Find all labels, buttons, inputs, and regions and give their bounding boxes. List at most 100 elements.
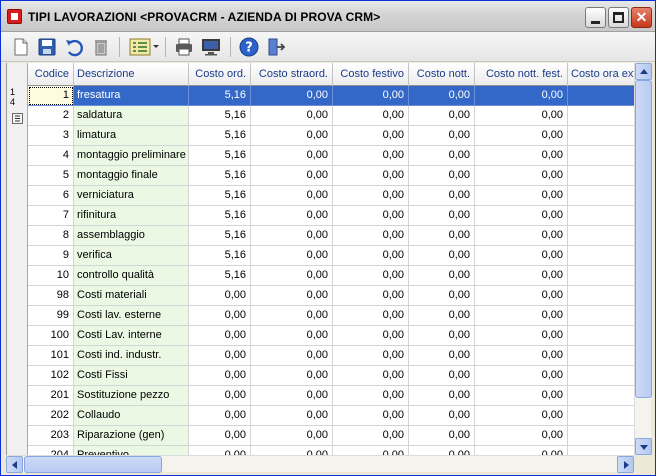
cell-description[interactable]: Costi Fissi: [74, 366, 189, 386]
delete-button[interactable]: [90, 36, 112, 58]
cell-cost-holiday[interactable]: 0,00: [333, 186, 409, 206]
data-grid[interactable]: 1 4 Codice Descrizione Costo ord. Costo str…: [6, 63, 634, 455]
cell-cost-overtime[interactable]: 0,00: [251, 86, 333, 106]
cell-cost-ordinary[interactable]: 5,16: [189, 186, 251, 206]
cell-cost-night[interactable]: 0,00: [409, 206, 475, 226]
cell-cost-night-holiday[interactable]: 0,00: [475, 266, 568, 286]
cell-cost-holiday[interactable]: 0,00: [333, 86, 409, 106]
cell-code[interactable]: 202: [28, 406, 74, 426]
cell-cost-ordinary[interactable]: 0,00: [189, 446, 251, 455]
cell-cost-overtime[interactable]: 0,00: [251, 446, 333, 455]
cell-cost-holiday[interactable]: 0,00: [333, 306, 409, 326]
cell-cost-extra[interactable]: [568, 226, 634, 246]
cell-cost-ordinary[interactable]: 5,16: [189, 266, 251, 286]
cell-cost-night[interactable]: 0,00: [409, 386, 475, 406]
cell-cost-overtime[interactable]: 0,00: [251, 286, 333, 306]
cell-description[interactable]: controllo qualità: [74, 266, 189, 286]
cell-cost-night-holiday[interactable]: 0,00: [475, 186, 568, 206]
print-button[interactable]: [173, 36, 195, 58]
table-row[interactable]: 8 assemblaggio 5,16 0,00 0,00 0,00 0,00: [28, 226, 634, 246]
cell-cost-holiday[interactable]: 0,00: [333, 406, 409, 426]
cell-cost-overtime[interactable]: 0,00: [251, 426, 333, 446]
cell-description[interactable]: saldatura: [74, 106, 189, 126]
cell-code[interactable]: 6: [28, 186, 74, 206]
expand-icon[interactable]: [12, 113, 23, 124]
cell-cost-night-holiday[interactable]: 0,00: [475, 126, 568, 146]
cell-cost-extra[interactable]: [568, 346, 634, 366]
cell-cost-ordinary[interactable]: 5,16: [189, 126, 251, 146]
cell-cost-holiday[interactable]: 0,00: [333, 126, 409, 146]
cell-cost-extra[interactable]: [568, 126, 634, 146]
cell-cost-extra[interactable]: [568, 86, 634, 106]
table-row[interactable]: 100 Costi Lav. interne 0,00 0,00 0,00 0,00 0,0…: [28, 326, 634, 346]
cell-cost-ordinary[interactable]: 0,00: [189, 306, 251, 326]
cell-code[interactable]: 204: [28, 446, 74, 455]
table-row[interactable]: 3 limatura 5,16 0,00 0,00 0,00 0,00: [28, 126, 634, 146]
cell-code[interactable]: 100: [28, 326, 74, 346]
cell-cost-overtime[interactable]: 0,00: [251, 386, 333, 406]
cell-cost-night[interactable]: 0,00: [409, 266, 475, 286]
cell-code[interactable]: 7: [28, 206, 74, 226]
table-row[interactable]: 203 Riparazione (gen) 0,00 0,00 0,00 0,00 0,00: [28, 426, 634, 446]
cell-cost-extra[interactable]: [568, 366, 634, 386]
cell-description[interactable]: montaggio preliminare: [74, 146, 189, 166]
cell-cost-overtime[interactable]: 0,00: [251, 346, 333, 366]
title-bar[interactable]: TIPI LAVORAZIONI <PROVACRM - AZIENDA DI …: [1, 1, 655, 32]
cell-cost-ordinary[interactable]: 0,00: [189, 426, 251, 446]
cell-cost-night-holiday[interactable]: 0,00: [475, 326, 568, 346]
cell-cost-holiday[interactable]: 0,00: [333, 166, 409, 186]
cell-code[interactable]: 9: [28, 246, 74, 266]
cell-cost-night-holiday[interactable]: 0,00: [475, 306, 568, 326]
cell-cost-night[interactable]: 0,00: [409, 126, 475, 146]
cell-cost-overtime[interactable]: 0,00: [251, 266, 333, 286]
cell-cost-extra[interactable]: [568, 426, 634, 446]
cell-cost-extra[interactable]: [568, 446, 634, 455]
exit-button[interactable]: [265, 36, 287, 58]
cell-cost-night[interactable]: 0,00: [409, 106, 475, 126]
close-button[interactable]: ✕: [631, 7, 652, 28]
cell-cost-extra[interactable]: [568, 146, 634, 166]
table-row[interactable]: 102 Costi Fissi 0,00 0,00 0,00 0,00 0,00: [28, 366, 634, 386]
cell-cost-night[interactable]: 0,00: [409, 406, 475, 426]
cell-cost-night-holiday[interactable]: 0,00: [475, 426, 568, 446]
cell-cost-extra[interactable]: [568, 206, 634, 226]
cell-code[interactable]: 4: [28, 146, 74, 166]
cell-cost-holiday[interactable]: 0,00: [333, 266, 409, 286]
scroll-right-button[interactable]: [617, 456, 634, 473]
cell-code[interactable]: 10: [28, 266, 74, 286]
cell-cost-extra[interactable]: [568, 106, 634, 126]
cell-cost-night-holiday[interactable]: 0,00: [475, 166, 568, 186]
cell-cost-overtime[interactable]: 0,00: [251, 166, 333, 186]
cell-cost-night-holiday[interactable]: 0,00: [475, 146, 568, 166]
cell-cost-night-holiday[interactable]: 0,00: [475, 406, 568, 426]
cell-cost-holiday[interactable]: 0,00: [333, 146, 409, 166]
cell-description[interactable]: Preventivo: [74, 446, 189, 455]
column-header-description[interactable]: Descrizione: [74, 63, 189, 86]
cell-code[interactable]: 201: [28, 386, 74, 406]
cell-description[interactable]: fresatura: [74, 86, 189, 106]
cell-code[interactable]: 102: [28, 366, 74, 386]
cell-cost-overtime[interactable]: 0,00: [251, 226, 333, 246]
cell-cost-extra[interactable]: [568, 186, 634, 206]
cell-cost-night[interactable]: 0,00: [409, 246, 475, 266]
cell-description[interactable]: Costi lav. esterne: [74, 306, 189, 326]
table-row[interactable]: 9 verifica 5,16 0,00 0,00 0,00 0,00: [28, 246, 634, 266]
cell-cost-ordinary[interactable]: 0,00: [189, 386, 251, 406]
cell-cost-ordinary[interactable]: 0,00: [189, 326, 251, 346]
preview-button[interactable]: [200, 36, 222, 58]
cell-description[interactable]: Riparazione (gen): [74, 426, 189, 446]
cell-cost-extra[interactable]: [568, 266, 634, 286]
scroll-up-button[interactable]: [635, 63, 652, 80]
table-row[interactable]: 202 Collaudo 0,00 0,00 0,00 0,00 0,00: [28, 406, 634, 426]
cell-code[interactable]: 8: [28, 226, 74, 246]
cell-cost-night-holiday[interactable]: 0,00: [475, 446, 568, 455]
cell-cost-holiday[interactable]: 0,00: [333, 366, 409, 386]
cell-cost-night-holiday[interactable]: 0,00: [475, 386, 568, 406]
table-row[interactable]: 6 verniciatura 5,16 0,00 0,00 0,00 0,00: [28, 186, 634, 206]
cell-code[interactable]: 101: [28, 346, 74, 366]
column-header-cost-overtime[interactable]: Costo straord.: [251, 63, 333, 86]
cell-cost-overtime[interactable]: 0,00: [251, 406, 333, 426]
cell-cost-holiday[interactable]: 0,00: [333, 206, 409, 226]
cell-cost-ordinary[interactable]: 0,00: [189, 346, 251, 366]
cell-cost-overtime[interactable]: 0,00: [251, 186, 333, 206]
